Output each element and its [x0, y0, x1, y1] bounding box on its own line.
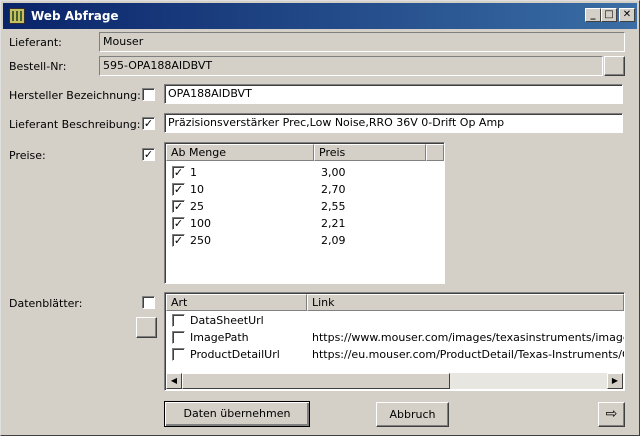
hersteller-bezeichnung-label: Hersteller Bezeichnung: — [9, 89, 141, 102]
hersteller-bezeichnung-field[interactable]: OPA188AIDBVT — [164, 84, 623, 104]
bestell-nr-field: 595-OPA188AIDBVT — [99, 56, 603, 76]
beschreibung-checkbox[interactable]: ✓ — [142, 117, 155, 130]
row-checkbox[interactable]: ✓ — [172, 234, 185, 247]
maximize-button[interactable]: □ — [601, 8, 617, 22]
arrow-right-icon: ▶ — [611, 376, 619, 385]
close-button[interactable]: ✕ — [619, 8, 635, 22]
row-checkbox[interactable] — [172, 314, 185, 327]
qty-cell: 1 — [190, 166, 197, 179]
checkmark-icon: ✓ — [173, 200, 184, 213]
minimize-icon: _ — [590, 9, 596, 20]
table-row[interactable]: ProductDetailUrl https://eu.mouser.com/P… — [166, 346, 624, 363]
lieferant-beschreibung-label: Lieferant Beschreibung: — [9, 118, 141, 131]
art-cell: ProductDetailUrl — [190, 348, 280, 361]
lieferant-beschreibung-field[interactable]: Präzisionsverstärker Prec,Low Noise,RRO … — [164, 113, 623, 133]
row-checkbox[interactable] — [172, 331, 185, 344]
table-row[interactable]: ✓ 1 3,00 — [166, 164, 443, 181]
table-row[interactable]: ✓ 250 2,09 — [166, 232, 443, 249]
link-cell[interactable]: https://www.mouser.com/images/texasinstr… — [312, 331, 624, 344]
price-cell: 3,00 — [321, 166, 346, 179]
scrollbar-thumb[interactable] — [182, 373, 450, 389]
table-row[interactable]: ImagePath https://www.mouser.com/images/… — [166, 329, 624, 346]
price-cell: 2,55 — [321, 200, 346, 213]
preise-checkbox[interactable]: ✓ — [142, 148, 155, 161]
row-checkbox[interactable]: ✓ — [172, 166, 185, 179]
table-row[interactable]: ✓ 25 2,55 — [166, 198, 443, 215]
checkmark-icon: ✓ — [143, 148, 154, 161]
column-header-preis[interactable]: Preis — [314, 144, 426, 161]
arrow-left-icon: ◀ — [170, 376, 178, 385]
column-header-art[interactable]: Art — [166, 294, 307, 311]
column-header-empty — [426, 144, 444, 161]
qty-cell: 10 — [190, 183, 204, 196]
lieferant-label: Lieferant: — [9, 36, 62, 49]
maximize-icon: □ — [604, 9, 614, 20]
grid-chip-icon — [9, 8, 25, 24]
price-cell: 2,09 — [321, 234, 346, 247]
datenblaetter-label: Datenblätter: — [9, 297, 83, 310]
preise-label: Preise: — [9, 149, 46, 162]
art-cell: DataSheetUrl — [190, 314, 264, 327]
datasheets-table: Art Link DataSheetUrl ImagePath https://… — [164, 292, 625, 391]
link-cell[interactable]: https://eu.mouser.com/ProductDetail/Texa… — [312, 348, 624, 361]
table-row[interactable]: ✓ 100 2,21 — [166, 215, 443, 232]
checkmark-icon: ✓ — [173, 166, 184, 179]
hersteller-checkbox[interactable] — [142, 88, 155, 101]
horizontal-scrollbar[interactable]: ◀ ▶ — [166, 373, 623, 389]
row-checkbox[interactable]: ✓ — [172, 200, 185, 213]
bestell-nr-lookup-button[interactable] — [604, 56, 625, 76]
checkmark-icon: ✓ — [173, 217, 184, 230]
datenblaetter-checkbox[interactable] — [142, 296, 155, 309]
cancel-button[interactable]: Abbruch — [376, 402, 449, 427]
checkmark-icon: ✓ — [173, 183, 184, 196]
scroll-left-button[interactable]: ◀ — [166, 373, 182, 389]
checkmark-icon: ✓ — [173, 234, 184, 247]
apply-button[interactable]: Daten übernehmen — [164, 401, 310, 427]
lieferant-field: Mouser — [99, 32, 625, 52]
datenblaetter-button[interactable] — [136, 317, 157, 338]
window-title: Web Abfrage — [31, 9, 119, 23]
row-checkbox[interactable]: ✓ — [172, 217, 185, 230]
qty-cell: 100 — [190, 217, 211, 230]
table-row[interactable]: ✓ 10 2,70 — [166, 181, 443, 198]
bestell-nr-label: Bestell-Nr: — [9, 60, 67, 73]
art-cell: ImagePath — [190, 331, 249, 344]
web-abfrage-window: Web Abfrage _ □ ✕ Lieferant: Mouser Best… — [0, 0, 640, 436]
qty-cell: 25 — [190, 200, 204, 213]
minimize-button[interactable]: _ — [585, 8, 601, 22]
column-header-link[interactable]: Link — [307, 294, 624, 311]
table-row[interactable]: DataSheetUrl — [166, 312, 623, 329]
prices-table: Ab Menge Preis ✓ 1 3,00 ✓ 10 2,70 ✓ 25 2… — [164, 142, 445, 284]
price-cell: 2,21 — [321, 217, 346, 230]
price-cell: 2,70 — [321, 183, 346, 196]
qty-cell: 250 — [190, 234, 211, 247]
close-icon: ✕ — [622, 9, 632, 20]
title-bar[interactable]: Web Abfrage _ □ ✕ — [3, 3, 637, 29]
column-header-ab-menge[interactable]: Ab Menge — [166, 144, 314, 161]
next-button[interactable]: ⇨ — [598, 402, 625, 427]
row-checkbox[interactable] — [172, 348, 185, 361]
scroll-right-button[interactable]: ▶ — [607, 373, 623, 389]
arrow-right-icon: ⇨ — [605, 406, 618, 422]
row-checkbox[interactable]: ✓ — [172, 183, 185, 196]
checkmark-icon: ✓ — [143, 117, 154, 130]
